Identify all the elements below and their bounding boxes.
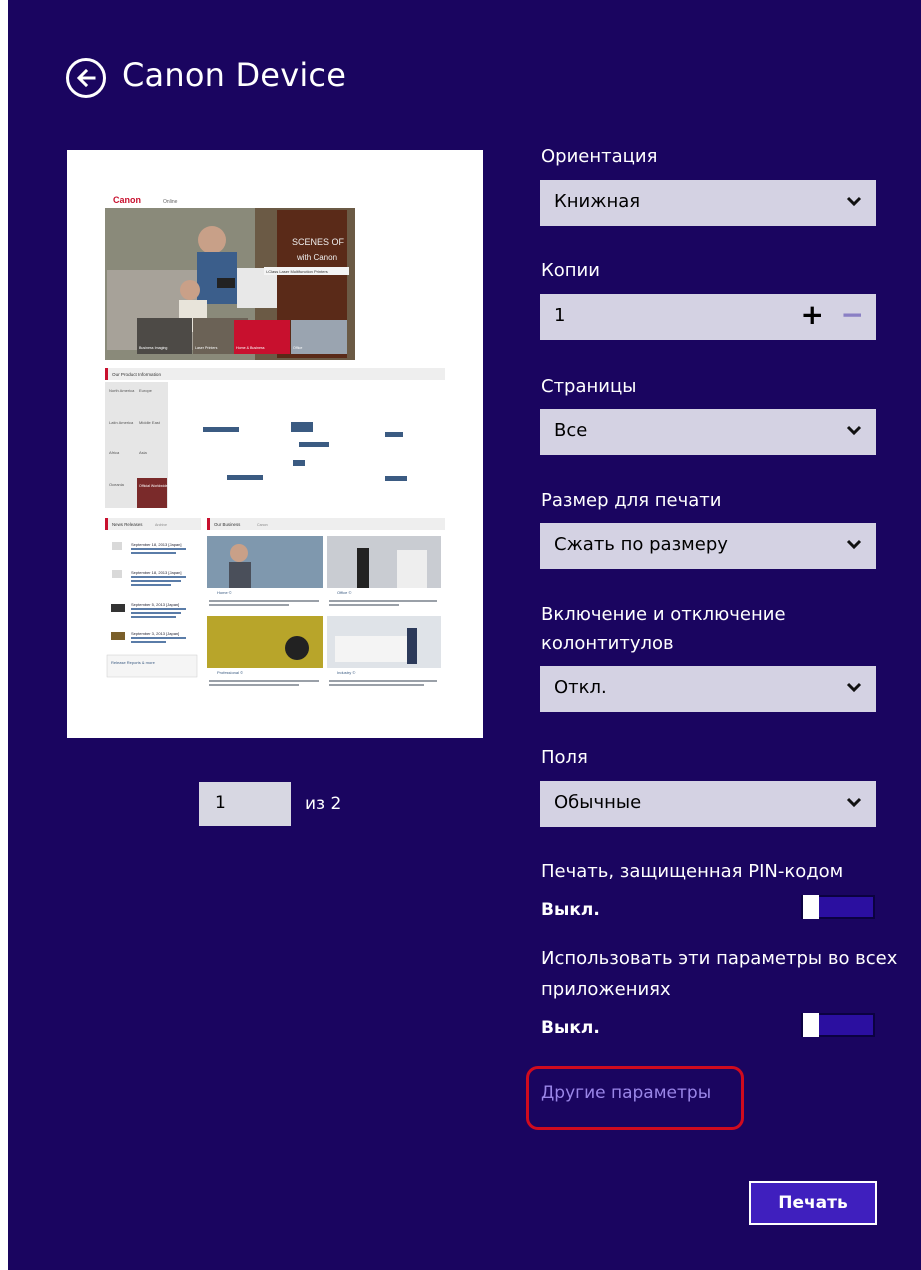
chevron-down-icon	[846, 682, 862, 693]
doc-biz-item: Industry ©	[337, 670, 355, 675]
headers-label-line1: Включение и отключение	[541, 604, 786, 625]
print-size-label: Размер для печати	[541, 490, 722, 511]
copies-field[interactable]: 1 + −	[540, 294, 876, 340]
doc-news-item: September 18, 2013 [Japan]	[131, 542, 181, 547]
doc-region: Latin America	[109, 420, 134, 425]
doc-region: Africa	[109, 450, 120, 455]
doc-tab: Laser Printers	[195, 346, 218, 350]
pin-print-state: Выкл.	[541, 900, 600, 920]
decrement-button[interactable]: −	[841, 298, 864, 331]
use-all-apps-toggle[interactable]	[801, 1013, 875, 1037]
margins-select[interactable]: Обычные	[540, 781, 876, 827]
chevron-down-icon	[846, 425, 862, 436]
doc-hero-sub: with Canon	[296, 253, 337, 262]
doc-products-heading: Our Product Information	[112, 372, 161, 377]
margins-value: Обычные	[554, 792, 642, 813]
copies-label: Копии	[541, 260, 600, 281]
doc-logo-tab: Online	[163, 199, 178, 205]
doc-news-more: Archive	[155, 523, 167, 527]
doc-biz-more: Canon	[257, 523, 268, 527]
doc-news-heading: News Releases	[112, 522, 143, 527]
doc-region: Asia	[139, 450, 148, 455]
arrow-left-icon	[76, 68, 96, 88]
doc-region: Oceania	[109, 482, 125, 487]
headers-label-line2: колонтитулов	[541, 633, 674, 654]
page-count-label: из 2	[305, 794, 342, 814]
pages-label: Страницы	[541, 376, 637, 397]
doc-tab: Business Imaging	[139, 346, 167, 350]
doc-news-item: September 3, 2013 [Japan]	[131, 631, 179, 636]
print-size-select[interactable]: Сжать по размеру	[540, 523, 876, 569]
doc-news-item: September 5, 2013 [Japan]	[131, 602, 179, 607]
page-title: Canon Device	[122, 56, 347, 94]
doc-news-footer: Release Reports & more	[111, 660, 156, 665]
print-preview: Canon Online SCENES OF with Canon i-Clas…	[67, 150, 483, 738]
pages-select[interactable]: Все	[540, 409, 876, 455]
doc-region: Official Worldwide	[139, 484, 168, 488]
headers-value: Откл.	[554, 677, 607, 698]
pin-print-toggle[interactable]	[801, 895, 875, 919]
doc-biz-item: Office ©	[337, 590, 351, 595]
doc-hero-bar: i-Class Laser Multifunction Printers	[266, 269, 328, 274]
pin-print-label: Печать, защищенная PIN-кодом	[541, 861, 844, 882]
doc-news-item: September 18, 2013 [Japan]	[131, 570, 181, 575]
doc-biz-item: Professional ©	[217, 670, 243, 675]
doc-biz-heading: Our Business	[214, 522, 241, 527]
chevron-down-icon	[846, 196, 862, 207]
print-button[interactable]: Печать	[749, 1181, 877, 1225]
doc-tab: Office	[293, 346, 302, 350]
preview-page: Canon Online SCENES OF with Canon i-Clas…	[67, 150, 483, 738]
doc-biz-item: Home ©	[217, 590, 232, 595]
doc-tab: Home & Business	[236, 346, 265, 350]
print-panel: Canon Device Canon Online SCENES OF with…	[8, 0, 921, 1270]
orientation-value: Книжная	[554, 191, 641, 212]
chevron-down-icon	[846, 539, 862, 550]
back-button[interactable]	[66, 58, 106, 98]
orientation-select[interactable]: Книжная	[540, 180, 876, 226]
toggle-thumb	[803, 1013, 819, 1037]
pages-value: Все	[554, 420, 588, 441]
increment-button[interactable]: +	[801, 298, 824, 331]
more-settings-link[interactable]: Другие параметры	[541, 1083, 711, 1103]
use-all-apps-label-line2: приложениях	[541, 979, 671, 1000]
margins-label: Поля	[541, 747, 588, 768]
print-size-value: Сжать по размеру	[554, 534, 728, 555]
use-all-apps-label-line1: Использовать эти параметры во всех	[541, 948, 898, 969]
orientation-label: Ориентация	[541, 146, 658, 167]
chevron-down-icon	[846, 797, 862, 808]
doc-region: Europe	[139, 388, 153, 393]
use-all-apps-state: Выкл.	[541, 1018, 600, 1038]
headers-select[interactable]: Откл.	[540, 666, 876, 712]
doc-logo: Canon	[113, 195, 141, 205]
doc-hero-title: SCENES OF	[292, 237, 345, 247]
doc-region: Middle East	[139, 420, 161, 425]
toggle-thumb	[803, 895, 819, 919]
doc-region: North America	[109, 388, 135, 393]
page-number-input[interactable]: 1	[199, 782, 291, 826]
copies-value: 1	[554, 305, 566, 326]
